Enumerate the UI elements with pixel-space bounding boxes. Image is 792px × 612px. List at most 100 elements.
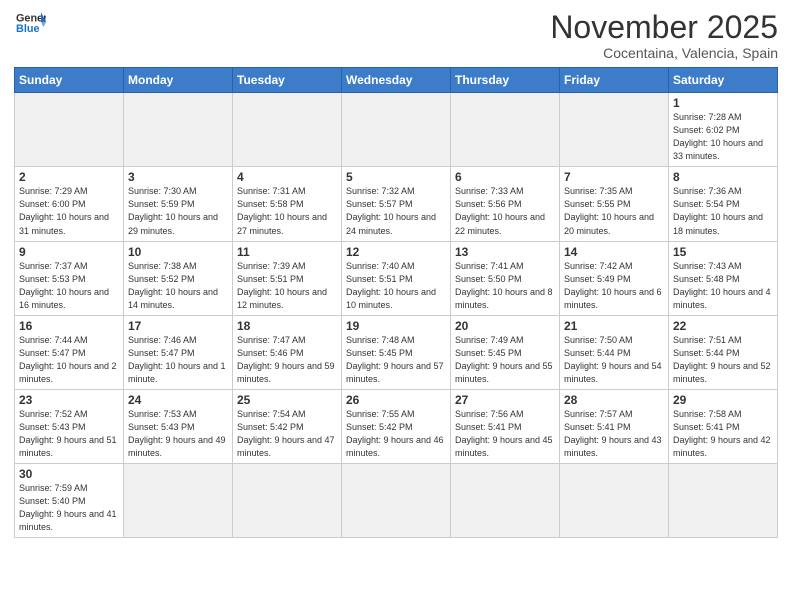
day-number: 12 <box>346 245 446 259</box>
day-number: 18 <box>237 319 337 333</box>
day-cell: 10Sunrise: 7:38 AM Sunset: 5:52 PM Dayli… <box>124 241 233 315</box>
day-info: Sunrise: 7:46 AM Sunset: 5:47 PM Dayligh… <box>128 334 228 386</box>
day-cell <box>124 464 233 538</box>
calendar-title: November 2025 <box>550 10 778 45</box>
day-cell: 15Sunrise: 7:43 AM Sunset: 5:48 PM Dayli… <box>669 241 778 315</box>
day-info: Sunrise: 7:48 AM Sunset: 5:45 PM Dayligh… <box>346 334 446 386</box>
day-info: Sunrise: 7:33 AM Sunset: 5:56 PM Dayligh… <box>455 185 555 237</box>
day-info: Sunrise: 7:50 AM Sunset: 5:44 PM Dayligh… <box>564 334 664 386</box>
header-cell-friday: Friday <box>560 68 669 93</box>
day-cell: 12Sunrise: 7:40 AM Sunset: 5:51 PM Dayli… <box>342 241 451 315</box>
day-cell <box>451 93 560 167</box>
header-cell-saturday: Saturday <box>669 68 778 93</box>
day-cell: 2Sunrise: 7:29 AM Sunset: 6:00 PM Daylig… <box>15 167 124 241</box>
day-cell: 1Sunrise: 7:28 AM Sunset: 6:02 PM Daylig… <box>669 93 778 167</box>
day-cell: 21Sunrise: 7:50 AM Sunset: 5:44 PM Dayli… <box>560 315 669 389</box>
day-number: 23 <box>19 393 119 407</box>
svg-text:Blue: Blue <box>16 23 39 35</box>
header-cell-thursday: Thursday <box>451 68 560 93</box>
day-number: 3 <box>128 170 228 184</box>
day-cell: 13Sunrise: 7:41 AM Sunset: 5:50 PM Dayli… <box>451 241 560 315</box>
day-info: Sunrise: 7:39 AM Sunset: 5:51 PM Dayligh… <box>237 260 337 312</box>
header-row: SundayMondayTuesdayWednesdayThursdayFrid… <box>15 68 778 93</box>
day-cell: 19Sunrise: 7:48 AM Sunset: 5:45 PM Dayli… <box>342 315 451 389</box>
day-info: Sunrise: 7:51 AM Sunset: 5:44 PM Dayligh… <box>673 334 773 386</box>
title-block: November 2025 Cocentaina, Valencia, Spai… <box>550 10 778 61</box>
day-cell: 24Sunrise: 7:53 AM Sunset: 5:43 PM Dayli… <box>124 389 233 463</box>
day-number: 4 <box>237 170 337 184</box>
day-cell: 29Sunrise: 7:58 AM Sunset: 5:41 PM Dayli… <box>669 389 778 463</box>
day-number: 30 <box>19 467 119 481</box>
day-cell: 6Sunrise: 7:33 AM Sunset: 5:56 PM Daylig… <box>451 167 560 241</box>
day-info: Sunrise: 7:28 AM Sunset: 6:02 PM Dayligh… <box>673 111 773 163</box>
day-number: 13 <box>455 245 555 259</box>
calendar-table: SundayMondayTuesdayWednesdayThursdayFrid… <box>14 67 778 538</box>
day-cell: 9Sunrise: 7:37 AM Sunset: 5:53 PM Daylig… <box>15 241 124 315</box>
day-cell: 17Sunrise: 7:46 AM Sunset: 5:47 PM Dayli… <box>124 315 233 389</box>
day-cell <box>560 93 669 167</box>
day-number: 2 <box>19 170 119 184</box>
day-info: Sunrise: 7:52 AM Sunset: 5:43 PM Dayligh… <box>19 408 119 460</box>
day-cell <box>233 93 342 167</box>
day-number: 27 <box>455 393 555 407</box>
day-number: 5 <box>346 170 446 184</box>
calendar-page: General Blue November 2025 Cocentaina, V… <box>0 0 792 612</box>
day-cell: 25Sunrise: 7:54 AM Sunset: 5:42 PM Dayli… <box>233 389 342 463</box>
day-cell: 5Sunrise: 7:32 AM Sunset: 5:57 PM Daylig… <box>342 167 451 241</box>
week-row-3: 16Sunrise: 7:44 AM Sunset: 5:47 PM Dayli… <box>15 315 778 389</box>
day-info: Sunrise: 7:53 AM Sunset: 5:43 PM Dayligh… <box>128 408 228 460</box>
day-number: 29 <box>673 393 773 407</box>
day-cell <box>342 464 451 538</box>
day-info: Sunrise: 7:36 AM Sunset: 5:54 PM Dayligh… <box>673 185 773 237</box>
day-info: Sunrise: 7:59 AM Sunset: 5:40 PM Dayligh… <box>19 482 119 534</box>
day-cell: 18Sunrise: 7:47 AM Sunset: 5:46 PM Dayli… <box>233 315 342 389</box>
day-info: Sunrise: 7:43 AM Sunset: 5:48 PM Dayligh… <box>673 260 773 312</box>
day-info: Sunrise: 7:44 AM Sunset: 5:47 PM Dayligh… <box>19 334 119 386</box>
day-cell <box>15 93 124 167</box>
day-number: 15 <box>673 245 773 259</box>
day-cell: 28Sunrise: 7:57 AM Sunset: 5:41 PM Dayli… <box>560 389 669 463</box>
day-info: Sunrise: 7:41 AM Sunset: 5:50 PM Dayligh… <box>455 260 555 312</box>
day-info: Sunrise: 7:42 AM Sunset: 5:49 PM Dayligh… <box>564 260 664 312</box>
day-number: 22 <box>673 319 773 333</box>
day-info: Sunrise: 7:47 AM Sunset: 5:46 PM Dayligh… <box>237 334 337 386</box>
calendar-subtitle: Cocentaina, Valencia, Spain <box>550 45 778 61</box>
day-info: Sunrise: 7:32 AM Sunset: 5:57 PM Dayligh… <box>346 185 446 237</box>
week-row-1: 2Sunrise: 7:29 AM Sunset: 6:00 PM Daylig… <box>15 167 778 241</box>
day-cell <box>233 464 342 538</box>
day-info: Sunrise: 7:37 AM Sunset: 5:53 PM Dayligh… <box>19 260 119 312</box>
day-info: Sunrise: 7:29 AM Sunset: 6:00 PM Dayligh… <box>19 185 119 237</box>
day-cell: 22Sunrise: 7:51 AM Sunset: 5:44 PM Dayli… <box>669 315 778 389</box>
header-cell-monday: Monday <box>124 68 233 93</box>
day-number: 28 <box>564 393 664 407</box>
day-cell: 7Sunrise: 7:35 AM Sunset: 5:55 PM Daylig… <box>560 167 669 241</box>
header: General Blue November 2025 Cocentaina, V… <box>14 10 778 61</box>
day-number: 6 <box>455 170 555 184</box>
day-info: Sunrise: 7:57 AM Sunset: 5:41 PM Dayligh… <box>564 408 664 460</box>
day-info: Sunrise: 7:56 AM Sunset: 5:41 PM Dayligh… <box>455 408 555 460</box>
day-cell: 8Sunrise: 7:36 AM Sunset: 5:54 PM Daylig… <box>669 167 778 241</box>
day-cell: 26Sunrise: 7:55 AM Sunset: 5:42 PM Dayli… <box>342 389 451 463</box>
day-info: Sunrise: 7:55 AM Sunset: 5:42 PM Dayligh… <box>346 408 446 460</box>
day-number: 7 <box>564 170 664 184</box>
day-cell <box>342 93 451 167</box>
day-cell <box>560 464 669 538</box>
week-row-4: 23Sunrise: 7:52 AM Sunset: 5:43 PM Dayli… <box>15 389 778 463</box>
day-info: Sunrise: 7:31 AM Sunset: 5:58 PM Dayligh… <box>237 185 337 237</box>
day-cell: 27Sunrise: 7:56 AM Sunset: 5:41 PM Dayli… <box>451 389 560 463</box>
day-info: Sunrise: 7:38 AM Sunset: 5:52 PM Dayligh… <box>128 260 228 312</box>
day-cell <box>451 464 560 538</box>
day-number: 26 <box>346 393 446 407</box>
day-number: 10 <box>128 245 228 259</box>
day-number: 25 <box>237 393 337 407</box>
day-info: Sunrise: 7:40 AM Sunset: 5:51 PM Dayligh… <box>346 260 446 312</box>
day-number: 8 <box>673 170 773 184</box>
day-cell: 16Sunrise: 7:44 AM Sunset: 5:47 PM Dayli… <box>15 315 124 389</box>
day-cell: 14Sunrise: 7:42 AM Sunset: 5:49 PM Dayli… <box>560 241 669 315</box>
day-number: 14 <box>564 245 664 259</box>
day-cell: 20Sunrise: 7:49 AM Sunset: 5:45 PM Dayli… <box>451 315 560 389</box>
day-info: Sunrise: 7:35 AM Sunset: 5:55 PM Dayligh… <box>564 185 664 237</box>
header-cell-wednesday: Wednesday <box>342 68 451 93</box>
day-number: 21 <box>564 319 664 333</box>
header-cell-sunday: Sunday <box>15 68 124 93</box>
